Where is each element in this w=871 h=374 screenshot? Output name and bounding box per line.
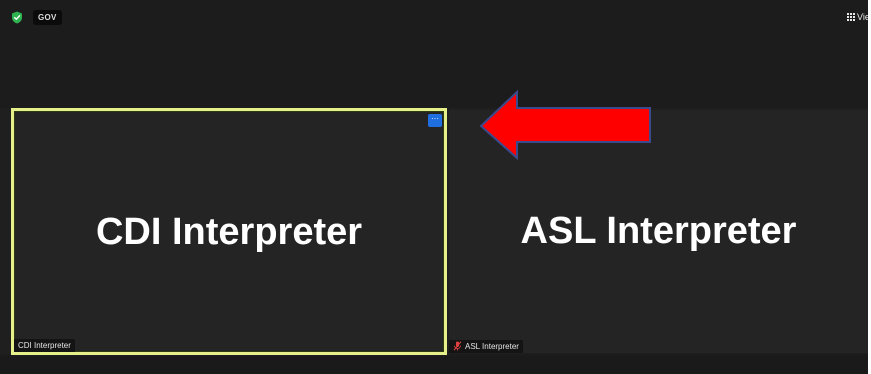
participant-name-tag-label: ASL Interpreter [465,342,519,351]
video-tile-cdi-interpreter[interactable]: CDI Interpreter ··· CDI Interpreter [11,108,447,355]
more-options-button[interactable]: ··· [428,114,442,127]
participant-display-name: CDI Interpreter [95,211,363,253]
arrow-left-icon [479,89,653,165]
mic-muted-icon [453,341,462,351]
meeting-window: GOV Vie CDI Interpreter ··· CDI Interpre… [0,0,868,374]
participant-display-name: ASL Interpreter [520,210,797,252]
grid-icon [847,13,855,21]
top-bar: GOV Vie [0,0,868,30]
participant-name-tag: ASL Interpreter [449,340,523,353]
bottom-strip [0,356,868,374]
participant-name-tag: CDI Interpreter [14,339,75,352]
gov-badge: GOV [33,10,62,25]
shield-check-icon[interactable] [11,11,23,24]
view-button[interactable]: Vie [847,10,868,24]
view-button-label: Vie [857,12,868,22]
